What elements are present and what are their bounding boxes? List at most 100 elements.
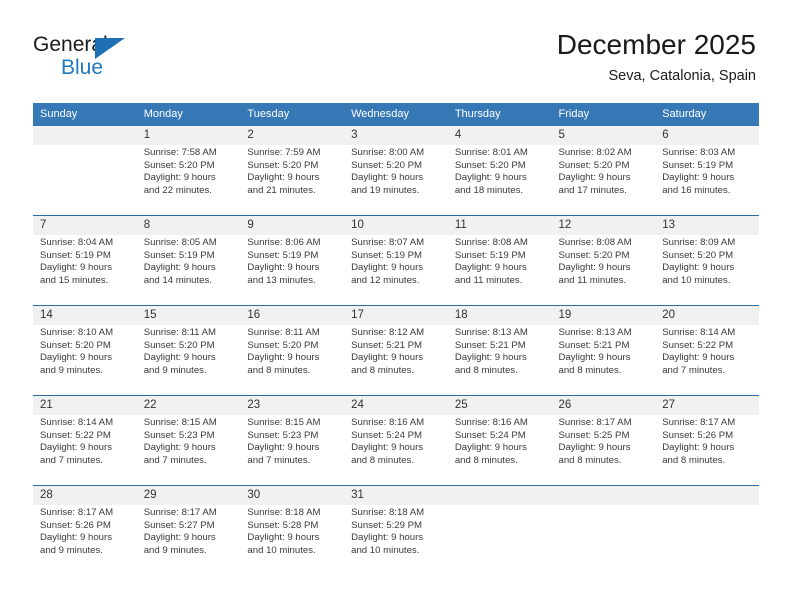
day-cell[interactable]: Sunrise: 8:13 AM Sunset: 5:21 PM Dayligh… (551, 325, 656, 396)
day-info: Sunrise: 8:14 AM Sunset: 5:22 PM Dayligh… (40, 417, 131, 467)
day-cell[interactable]: Sunrise: 8:11 AM Sunset: 5:20 PM Dayligh… (136, 325, 241, 396)
weekday-header-row: Sunday Monday Tuesday Wednesday Thursday… (33, 103, 759, 126)
day-number: 24 (344, 395, 448, 415)
day-info: Sunrise: 8:02 AM Sunset: 5:20 PM Dayligh… (559, 147, 650, 197)
sunset-text: Sunset: 5:29 PM (351, 519, 423, 531)
sunset-text: Sunset: 5:19 PM (143, 249, 215, 261)
day-cell[interactable]: Sunrise: 8:18 AM Sunset: 5:28 PM Dayligh… (240, 505, 345, 575)
sunset-text: Sunset: 5:26 PM (40, 519, 111, 531)
daylight-text-cont: and 11 minutes. (454, 274, 523, 286)
day-info: Sunrise: 8:00 AM Sunset: 5:20 PM Dayligh… (351, 147, 442, 197)
day-cell[interactable]: Sunrise: 8:00 AM Sunset: 5:20 PM Dayligh… (344, 145, 448, 216)
daylight-text: Daylight: 9 hours (143, 352, 216, 364)
sunrise-text: Sunrise: 8:16 AM (454, 417, 528, 428)
day-cell[interactable]: Sunrise: 8:13 AM Sunset: 5:21 PM Dayligh… (447, 325, 552, 396)
day-cell[interactable]: Sunrise: 8:08 AM Sunset: 5:19 PM Dayligh… (447, 235, 552, 306)
day-cell[interactable]: Sunrise: 8:03 AM Sunset: 5:19 PM Dayligh… (655, 145, 759, 216)
week-4-info-row: Sunrise: 8:14 AM Sunset: 5:22 PM Dayligh… (33, 415, 759, 486)
day-cell[interactable]: Sunrise: 8:15 AM Sunset: 5:23 PM Dayligh… (136, 415, 241, 486)
day-number: 29 (136, 485, 241, 505)
day-info: Sunrise: 8:09 AM Sunset: 5:20 PM Dayligh… (662, 237, 753, 287)
day-info: Sunrise: 8:17 AM Sunset: 5:26 PM Dayligh… (40, 507, 131, 557)
day-cell[interactable]: Sunrise: 8:18 AM Sunset: 5:29 PM Dayligh… (344, 505, 448, 575)
week-3-info-row: Sunrise: 8:10 AM Sunset: 5:20 PM Dayligh… (33, 325, 759, 396)
sunrise-text: Sunrise: 8:11 AM (143, 327, 217, 338)
day-number: 19 (551, 305, 656, 325)
day-number: 4 (447, 126, 552, 145)
daylight-text: Daylight: 9 hours (247, 352, 320, 364)
day-cell[interactable]: Sunrise: 8:10 AM Sunset: 5:20 PM Dayligh… (33, 325, 137, 396)
daylight-text: Daylight: 9 hours (40, 352, 112, 364)
day-cell[interactable]: Sunrise: 7:59 AM Sunset: 5:20 PM Dayligh… (240, 145, 345, 216)
sunrise-text: Sunrise: 8:17 AM (40, 507, 114, 518)
day-number: 23 (240, 395, 345, 415)
day-cell[interactable]: Sunrise: 8:14 AM Sunset: 5:22 PM Dayligh… (33, 415, 137, 486)
daylight-text: Daylight: 9 hours (40, 262, 112, 274)
day-cell[interactable]: Sunrise: 8:01 AM Sunset: 5:20 PM Dayligh… (447, 145, 552, 216)
day-cell[interactable]: Sunrise: 8:09 AM Sunset: 5:20 PM Dayligh… (655, 235, 759, 306)
daylight-text: Daylight: 9 hours (558, 172, 631, 184)
day-cell[interactable]: Sunrise: 8:06 AM Sunset: 5:19 PM Dayligh… (240, 235, 345, 306)
sunset-text: Sunset: 5:20 PM (143, 339, 215, 351)
sunset-text: Sunset: 5:28 PM (247, 519, 319, 531)
day-cell[interactable]: Sunrise: 8:08 AM Sunset: 5:20 PM Dayligh… (551, 235, 656, 306)
day-info: Sunrise: 8:11 AM Sunset: 5:20 PM Dayligh… (247, 327, 338, 377)
day-cell-empty (551, 505, 656, 575)
week-5-number-row: 28 29 30 31 (33, 485, 759, 505)
day-info: Sunrise: 8:17 AM Sunset: 5:26 PM Dayligh… (662, 417, 753, 467)
day-number: 13 (655, 215, 759, 235)
weekday-header-wednesday: Wednesday (344, 103, 448, 126)
day-cell[interactable]: Sunrise: 8:04 AM Sunset: 5:19 PM Dayligh… (33, 235, 137, 306)
day-cell[interactable]: Sunrise: 8:17 AM Sunset: 5:27 PM Dayligh… (136, 505, 241, 575)
day-cell[interactable]: Sunrise: 8:16 AM Sunset: 5:24 PM Dayligh… (344, 415, 448, 486)
day-info: Sunrise: 8:13 AM Sunset: 5:21 PM Dayligh… (455, 327, 546, 377)
day-cell[interactable]: Sunrise: 8:14 AM Sunset: 5:22 PM Dayligh… (655, 325, 759, 396)
day-cell[interactable]: Sunrise: 8:17 AM Sunset: 5:26 PM Dayligh… (33, 505, 137, 575)
page-title: December 2025 (556, 29, 756, 60)
sunset-text: Sunset: 5:20 PM (247, 339, 319, 351)
sunrise-text: Sunrise: 8:15 AM (143, 417, 217, 428)
day-info: Sunrise: 8:16 AM Sunset: 5:24 PM Dayligh… (455, 417, 546, 467)
sunset-text: Sunset: 5:23 PM (247, 429, 319, 441)
daylight-text-cont: and 12 minutes. (351, 274, 420, 286)
day-cell[interactable]: Sunrise: 8:11 AM Sunset: 5:20 PM Dayligh… (240, 325, 345, 396)
general-blue-logo[interactable]: General Blue (33, 33, 163, 85)
day-number (447, 485, 552, 505)
day-cell[interactable]: Sunrise: 8:17 AM Sunset: 5:25 PM Dayligh… (551, 415, 656, 486)
day-number: 18 (447, 305, 552, 325)
day-cell[interactable]: Sunrise: 8:05 AM Sunset: 5:19 PM Dayligh… (136, 235, 241, 306)
day-cell[interactable]: Sunrise: 8:12 AM Sunset: 5:21 PM Dayligh… (344, 325, 448, 396)
day-cell[interactable]: Sunrise: 8:16 AM Sunset: 5:24 PM Dayligh… (447, 415, 552, 486)
sunset-text: Sunset: 5:21 PM (558, 339, 630, 351)
day-cell[interactable]: Sunrise: 7:58 AM Sunset: 5:20 PM Dayligh… (136, 145, 241, 216)
sunrise-text: Sunrise: 8:15 AM (247, 417, 321, 428)
day-cell[interactable]: Sunrise: 8:07 AM Sunset: 5:19 PM Dayligh… (344, 235, 448, 306)
calendar-page: General Blue December 2025 Seva, Catalon… (0, 0, 792, 612)
day-number: 31 (344, 485, 448, 505)
day-number: 17 (344, 305, 448, 325)
day-info: Sunrise: 8:18 AM Sunset: 5:28 PM Dayligh… (247, 507, 338, 557)
day-cell[interactable]: Sunrise: 8:15 AM Sunset: 5:23 PM Dayligh… (240, 415, 345, 486)
day-info: Sunrise: 8:13 AM Sunset: 5:21 PM Dayligh… (559, 327, 650, 377)
sunset-text: Sunset: 5:24 PM (454, 429, 526, 441)
day-info: Sunrise: 7:59 AM Sunset: 5:20 PM Dayligh… (247, 147, 338, 197)
daylight-text-cont: and 9 minutes. (143, 364, 207, 376)
daylight-text: Daylight: 9 hours (247, 262, 320, 274)
sunset-text: Sunset: 5:20 PM (143, 159, 215, 171)
week-1-info-row: Sunrise: 7:58 AM Sunset: 5:20 PM Dayligh… (33, 145, 759, 216)
sunrise-text: Sunrise: 8:01 AM (454, 147, 528, 158)
daylight-text: Daylight: 9 hours (558, 352, 631, 364)
day-number: 25 (447, 395, 552, 415)
daylight-text-cont: and 10 minutes. (247, 544, 316, 556)
daylight-text-cont: and 9 minutes. (143, 544, 207, 556)
day-cell[interactable]: Sunrise: 8:02 AM Sunset: 5:20 PM Dayligh… (551, 145, 656, 216)
day-number: 15 (136, 305, 241, 325)
weekday-header-friday: Friday (551, 103, 656, 126)
daylight-text-cont: and 10 minutes. (662, 274, 731, 286)
sunrise-text: Sunrise: 8:13 AM (558, 327, 632, 338)
daylight-text-cont: and 13 minutes. (247, 274, 316, 286)
day-cell[interactable]: Sunrise: 8:17 AM Sunset: 5:26 PM Dayligh… (655, 415, 759, 486)
sunset-text: Sunset: 5:20 PM (351, 159, 423, 171)
day-info: Sunrise: 8:03 AM Sunset: 5:19 PM Dayligh… (662, 147, 753, 197)
day-info: Sunrise: 8:12 AM Sunset: 5:21 PM Dayligh… (351, 327, 442, 377)
